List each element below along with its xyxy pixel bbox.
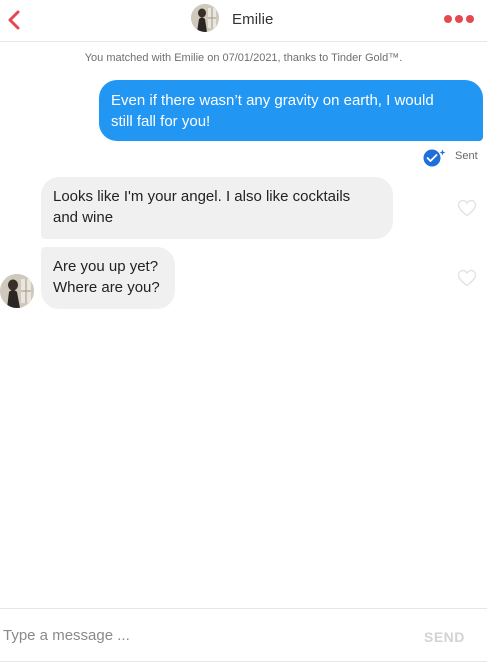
more-dots-icon [444, 15, 474, 23]
incoming-message[interactable]: Looks like I'm your angel. I also like c… [41, 177, 393, 239]
message-line: and wine [53, 209, 114, 226]
sent-label: Sent [455, 150, 478, 162]
send-button[interactable]: SEND [424, 629, 465, 645]
message-line: Are you up yet? [53, 258, 159, 275]
outgoing-message[interactable]: Even if there wasn’t any gravity on eart… [99, 80, 483, 141]
heart-outline-icon [457, 199, 477, 217]
message-line: Even if there wasn’t any gravity on eart… [111, 92, 434, 109]
back-button[interactable] [5, 9, 23, 31]
chat-screen: Emilie You matched with Emilie on 07/01/… [0, 0, 487, 663]
message-line: Looks like I'm your angel. I also like c… [53, 188, 351, 205]
sent-status: Sent [421, 147, 483, 167]
incoming-message[interactable]: Are you up yet? Where are you? [41, 247, 175, 309]
contact-name[interactable]: Emilie [232, 11, 273, 28]
message-composer: SEND [0, 608, 487, 663]
match-notice: You matched with Emilie on 07/01/2021, t… [84, 52, 403, 64]
heart-outline-icon [457, 269, 477, 287]
divider [0, 661, 487, 662]
chat-header: Emilie [0, 0, 487, 42]
chevron-left-icon [8, 10, 20, 30]
more-options-button[interactable] [443, 12, 475, 26]
like-button[interactable] [457, 269, 477, 287]
avatar-photo-icon [0, 274, 34, 308]
sender-avatar[interactable] [0, 274, 34, 308]
like-button[interactable] [457, 199, 477, 217]
message-line: Where are you? [53, 279, 160, 296]
avatar[interactable] [191, 4, 219, 32]
message-input[interactable] [3, 623, 403, 647]
sent-check-icon [423, 149, 446, 167]
avatar-photo-icon [191, 4, 219, 32]
message-line: still fall for you! [111, 113, 211, 130]
